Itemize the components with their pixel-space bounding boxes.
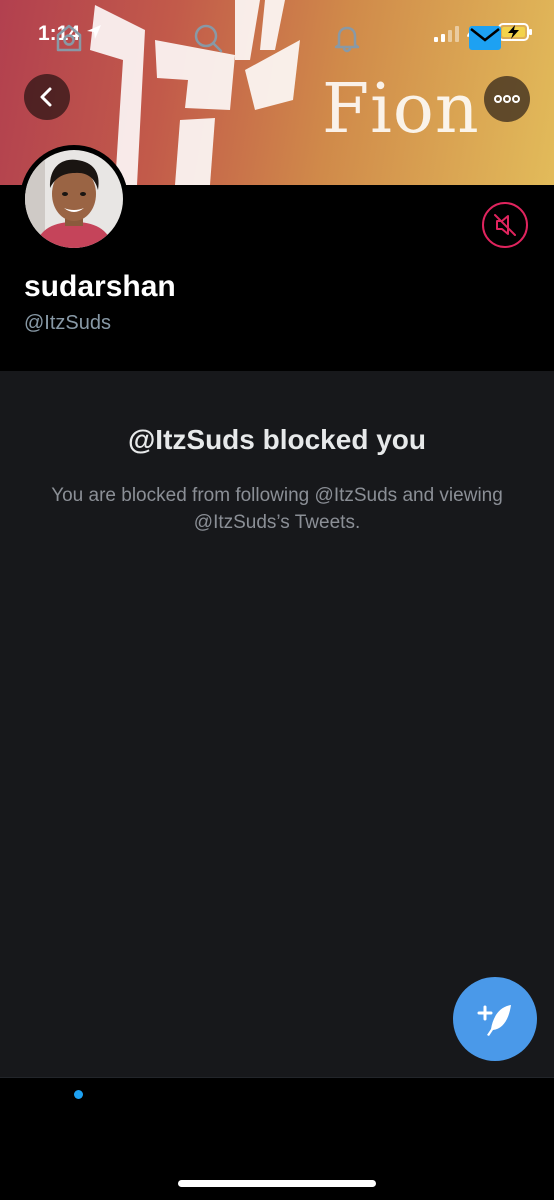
- tab-search[interactable]: [188, 18, 228, 58]
- user-handle: @ItzSuds: [24, 312, 112, 334]
- muted-speaker-icon: [494, 214, 516, 236]
- display-name: sudarshan: [24, 270, 176, 303]
- blocked-title: @ItzSuds blocked you: [127, 424, 426, 455]
- search-icon: [194, 24, 223, 53]
- compose-tweet-icon: [477, 1005, 511, 1036]
- tab-notifications[interactable]: [327, 18, 367, 58]
- blocked-panel: [0, 371, 554, 1077]
- bell-icon: [334, 26, 360, 53]
- blocked-description: You are blocked from following @ItzSuds …: [51, 485, 503, 533]
- home-icon: [56, 24, 82, 52]
- compose-tweet-button[interactable]: [453, 977, 537, 1061]
- unmute-button[interactable]: [482, 202, 528, 248]
- signal-icon: [434, 26, 459, 42]
- avatar[interactable]: [20, 145, 128, 253]
- tab-messages[interactable]: [465, 18, 505, 58]
- home-indicator[interactable]: [178, 1180, 376, 1187]
- ellipsis-icon: [494, 95, 520, 103]
- more-options-button[interactable]: [484, 76, 530, 122]
- banner-wordmark: Fion: [322, 70, 480, 149]
- tab-home[interactable]: [49, 18, 89, 58]
- home-notification-dot: [74, 1090, 83, 1099]
- profile-photo: [25, 150, 123, 248]
- chevron-left-icon: [40, 87, 52, 107]
- back-button[interactable]: [24, 74, 70, 120]
- envelope-icon: [469, 26, 501, 50]
